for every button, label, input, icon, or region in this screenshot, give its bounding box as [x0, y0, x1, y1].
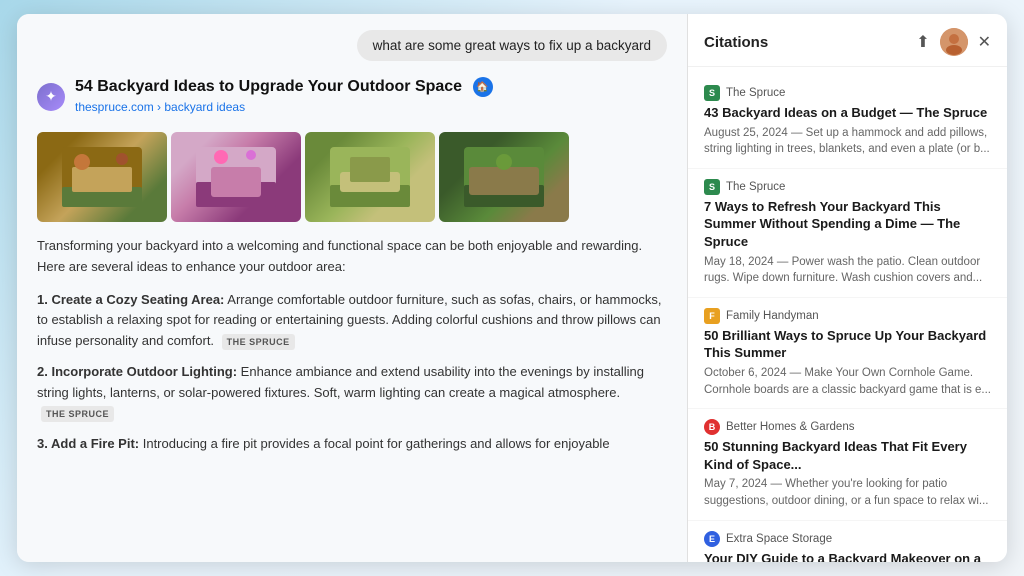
citation-4-favicon: B: [704, 419, 720, 435]
user-message-text: what are some great ways to fix up a bac…: [373, 38, 651, 53]
citation-item-2[interactable]: S The Spruce 7 Ways to Refresh Your Back…: [688, 169, 1007, 298]
header-icons: ⬆ ✕: [916, 28, 991, 56]
citation-4-title: 50 Stunning Backyard Ideas That Fit Ever…: [704, 438, 991, 473]
citation-4-snippet: May 7, 2024 — Whether you're looking for…: [704, 476, 991, 509]
ai-response: ✦ 54 Backyard Ideas to Upgrade Your Outd…: [37, 77, 667, 465]
citation-item-1[interactable]: S The Spruce 43 Backyard Ideas on a Budg…: [688, 75, 1007, 169]
backyard-image-4-svg: [464, 147, 544, 207]
chat-area: what are some great ways to fix up a bac…: [17, 14, 687, 562]
citation-3-title: 50 Brilliant Ways to Spruce Up Your Back…: [704, 327, 991, 362]
source-tag-1: THE SPRUCE: [222, 334, 295, 350]
citation-5-favicon: E: [704, 531, 720, 547]
images-row: [37, 132, 667, 222]
left-panel: what are some great ways to fix up a bac…: [17, 14, 687, 562]
source-tag-2: THE SPRUCE: [41, 406, 114, 422]
citation-3-snippet: October 6, 2024 — Make Your Own Cornhole…: [704, 365, 991, 398]
citations-title: Citations: [704, 34, 768, 51]
citation-1-snippet: August 25, 2024 — Set up a hammock and a…: [704, 125, 991, 158]
backyard-image-3[interactable]: [305, 132, 435, 222]
user-bubble: what are some great ways to fix up a bac…: [357, 30, 667, 61]
ai-response-header: ✦ 54 Backyard Ideas to Upgrade Your Outd…: [37, 77, 667, 116]
ai-icon: ✦: [37, 83, 65, 111]
share-icon[interactable]: ⬆: [916, 32, 929, 52]
citation-5-source: Extra Space Storage: [726, 533, 832, 545]
avatar: [940, 28, 968, 56]
right-panel: Citations ⬆ ✕ S The Spruce: [687, 14, 1007, 562]
backyard-image-3-svg: [330, 147, 410, 207]
backyard-image-1-svg: [62, 147, 142, 207]
user-message-row: what are some great ways to fix up a bac…: [37, 30, 667, 61]
response-list: 1. Create a Cozy Seating Area: Arrange c…: [37, 290, 667, 466]
list-item-3: 3. Add a Fire Pit: Introducing a fire pi…: [37, 434, 667, 455]
citation-2-title: 7 Ways to Refresh Your Backyard This Sum…: [704, 198, 991, 251]
citation-item-5[interactable]: E Extra Space Storage Your DIY Guide to …: [688, 521, 1007, 562]
citation-4-source: Better Homes & Gardens: [726, 421, 854, 433]
citation-item-3[interactable]: F Family Handyman 50 Brilliant Ways to S…: [688, 298, 1007, 409]
list-item-1: 1. Create a Cozy Seating Area: Arrange c…: [37, 290, 667, 352]
citation-2-favicon: S: [704, 179, 720, 195]
response-intro: Transforming your backyard into a welcom…: [37, 236, 667, 278]
citation-5-title: Your DIY Guide to a Backyard Makeover on…: [704, 550, 991, 562]
backyard-image-2-svg: [196, 147, 276, 207]
citations-list: S The Spruce 43 Backyard Ideas on a Budg…: [688, 67, 1007, 562]
close-icon[interactable]: ✕: [978, 32, 991, 52]
citation-2-source: The Spruce: [726, 181, 785, 193]
citations-header: Citations ⬆ ✕: [688, 14, 1007, 67]
backyard-image-2[interactable]: [171, 132, 301, 222]
citation-3-source: Family Handyman: [726, 310, 819, 322]
source-link[interactable]: thespruce.com › backyard ideas: [75, 100, 245, 114]
citation-3-favicon: F: [704, 308, 720, 324]
backyard-image-4[interactable]: [439, 132, 569, 222]
ai-response-title: 54 Backyard Ideas to Upgrade Your Outdoo…: [75, 77, 493, 98]
list-item-2: 2. Incorporate Outdoor Lighting: Enhance…: [37, 362, 667, 424]
backyard-image-1[interactable]: [37, 132, 167, 222]
citation-item-4[interactable]: B Better Homes & Gardens 50 Stunning Bac…: [688, 409, 1007, 520]
citation-1-title: 43 Backyard Ideas on a Budget — The Spru…: [704, 104, 991, 122]
citation-2-snippet: May 18, 2024 — Power wash the patio. Cle…: [704, 254, 991, 287]
citation-1-source: The Spruce: [726, 87, 785, 99]
home-badge: 🏠: [473, 77, 493, 97]
main-window: what are some great ways to fix up a bac…: [17, 14, 1007, 562]
citation-1-favicon: S: [704, 85, 720, 101]
